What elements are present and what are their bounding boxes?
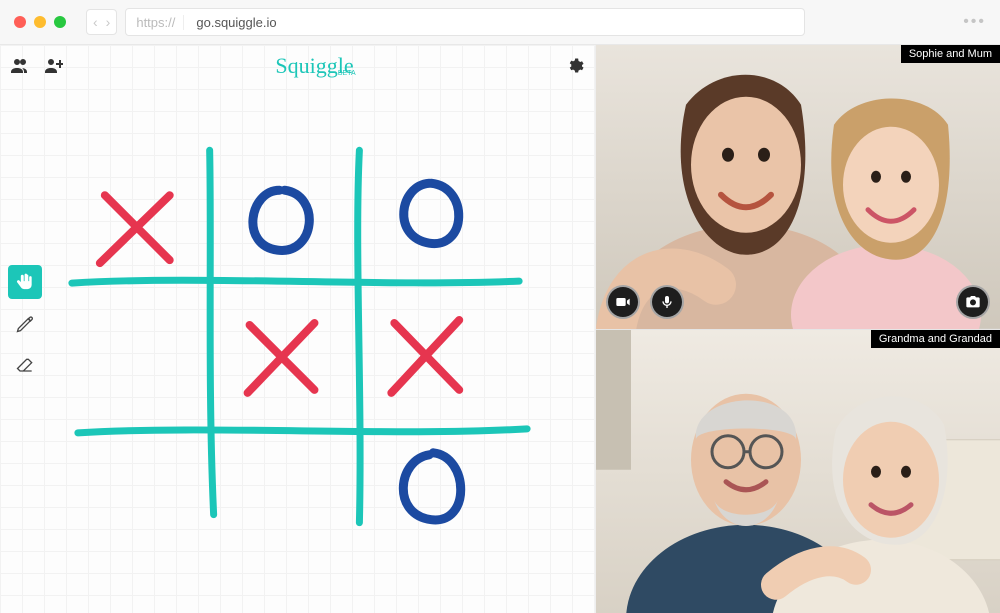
browser-menu-icon[interactable]: ••• xyxy=(963,13,986,31)
browser-chrome: ‹ › https:// go.squiggle.io ••• xyxy=(0,0,1000,45)
eraser-tool[interactable] xyxy=(8,349,42,383)
video-label-bottom: Grandma and Grandad xyxy=(871,330,1000,348)
back-button[interactable]: ‹ xyxy=(93,14,98,30)
app-logo: Squiggle BETA xyxy=(275,53,353,79)
video-column: Sophie and Mum xyxy=(596,45,1000,613)
nav-arrows: ‹ › xyxy=(86,9,117,35)
video-feed-bottom xyxy=(596,330,1000,613)
app-frame: Squiggle BETA xyxy=(0,45,1000,613)
participants-icon[interactable] xyxy=(10,56,30,76)
pen-tool[interactable] xyxy=(8,307,42,341)
maximize-window-icon[interactable] xyxy=(54,16,66,28)
hand-tool[interactable] xyxy=(8,265,42,299)
url-scheme: https:// xyxy=(136,15,184,30)
tool-tray xyxy=(8,265,42,383)
camera-toggle-button[interactable] xyxy=(606,285,640,319)
url-host: go.squiggle.io xyxy=(196,15,276,30)
logo-badge: BETA xyxy=(338,70,356,77)
mic-toggle-button[interactable] xyxy=(650,285,684,319)
drawing-content xyxy=(0,45,595,613)
video-tile-top[interactable]: Sophie and Mum xyxy=(596,45,1000,329)
traffic-lights xyxy=(14,16,66,28)
minimize-window-icon[interactable] xyxy=(34,16,46,28)
snapshot-button[interactable] xyxy=(956,285,990,319)
video-label-top: Sophie and Mum xyxy=(901,45,1000,63)
add-participant-icon[interactable] xyxy=(44,56,64,76)
video-controls-right xyxy=(956,285,990,319)
url-bar[interactable]: https:// go.squiggle.io xyxy=(125,8,805,36)
forward-button[interactable]: › xyxy=(106,14,111,30)
video-controls-left xyxy=(606,285,684,319)
drawing-canvas[interactable]: Squiggle BETA xyxy=(0,45,596,613)
canvas-topbar: Squiggle BETA xyxy=(10,53,585,79)
video-tile-bottom[interactable]: Grandma and Grandad xyxy=(596,329,1000,613)
settings-icon[interactable] xyxy=(565,56,585,76)
close-window-icon[interactable] xyxy=(14,16,26,28)
